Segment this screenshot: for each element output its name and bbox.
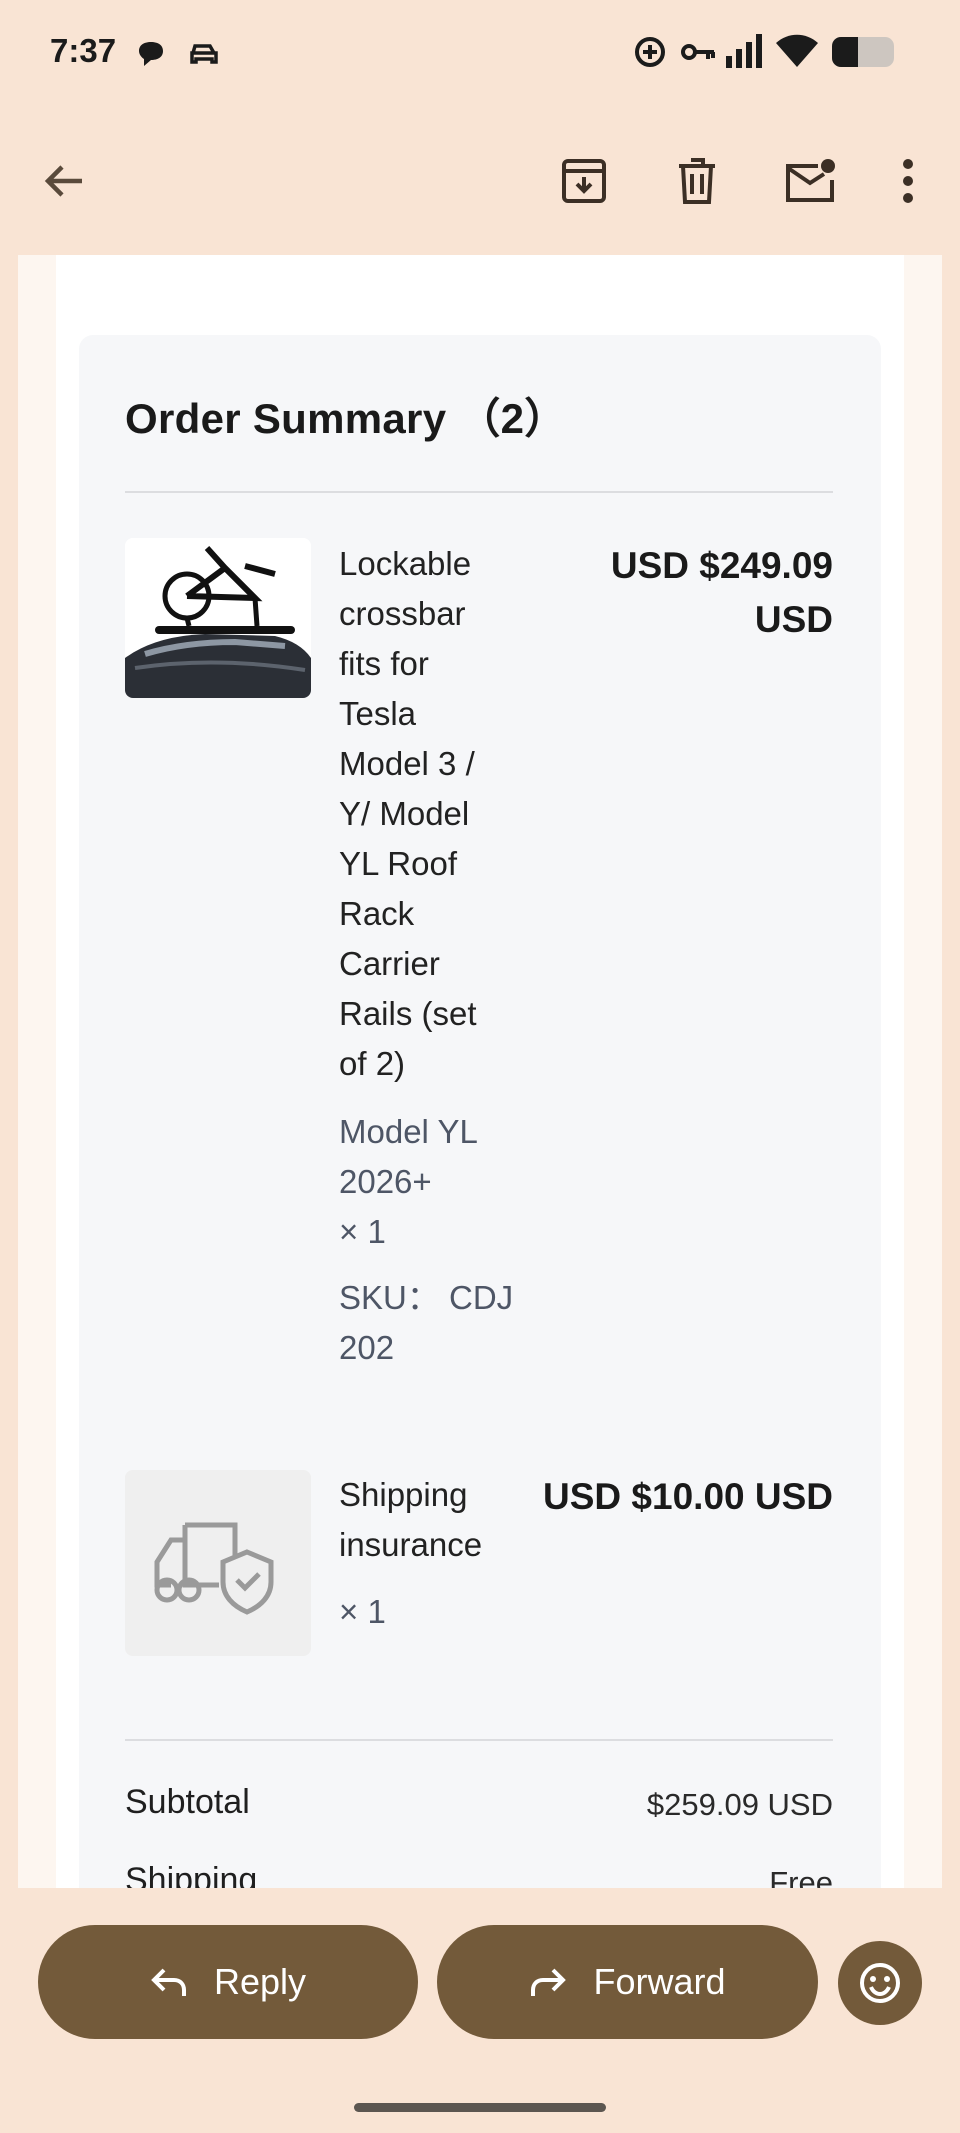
- archive-icon: [562, 159, 606, 203]
- reply-button[interactable]: Reply: [38, 1925, 418, 2039]
- forward-button[interactable]: Forward: [437, 1925, 818, 2039]
- mark-unread-button[interactable]: [774, 145, 846, 217]
- item-quantity: × 1: [339, 1593, 386, 1630]
- item-name: Lockable crossbar fits for Tesla Model 3…: [339, 545, 477, 1082]
- reply-icon: [151, 1968, 186, 1996]
- more-options-button[interactable]: [872, 145, 944, 217]
- delete-button[interactable]: [661, 145, 733, 217]
- back-button[interactable]: [28, 145, 100, 217]
- item-sku: SKU： CDJ 202: [339, 1279, 514, 1366]
- subtotal-label: Subtotal: [125, 1783, 250, 1821]
- item-price: USD $10.00 USD: [543, 1476, 833, 1517]
- more-vert-icon: [903, 159, 913, 203]
- order-summary-title: Order Summary （2）: [125, 395, 567, 442]
- chat-bubble-icon: [139, 42, 163, 66]
- home-indicator[interactable]: [354, 2103, 606, 2112]
- battery-icon: [832, 37, 894, 67]
- emoji-smile-icon: [860, 1963, 900, 2003]
- vpn-key-icon: [681, 44, 715, 60]
- item-variant: Model YL 2026+: [339, 1113, 477, 1200]
- forward-icon: [531, 1968, 567, 1996]
- order-summary-card: Order Summary （2） Lockable crossbar fits…: [79, 335, 881, 1888]
- item-name: Shipping insurance: [339, 1476, 483, 1563]
- email-toolbar: [0, 105, 960, 255]
- delete-icon: [679, 158, 715, 204]
- archive-button[interactable]: [548, 145, 620, 217]
- wifi-icon: [776, 34, 818, 67]
- data-saver-icon: [635, 37, 665, 67]
- item-price: USD $249.09 USD: [610, 545, 833, 640]
- product-image-bike-rack: [125, 538, 311, 698]
- item-quantity: × 1: [339, 1213, 386, 1250]
- emoji-reaction-button[interactable]: [838, 1941, 922, 2025]
- email-content-area[interactable]: Order Summary （2） Lockable crossbar fits…: [18, 255, 942, 1888]
- signal-icon: [726, 34, 762, 68]
- action-bar: Reply Forward: [0, 1888, 960, 2133]
- arrow-back-icon: [44, 165, 82, 197]
- reply-label: Reply: [213, 1961, 307, 2002]
- forward-label: Forward: [593, 1961, 726, 2002]
- status-time: 7:37: [50, 32, 117, 69]
- shipping-insurance-image: [125, 1470, 311, 1656]
- car-icon: [190, 44, 218, 64]
- divider: [125, 1739, 833, 1741]
- shipping-value: Free: [769, 1865, 833, 1888]
- subtotal-value: $259.09 USD: [646, 1787, 833, 1822]
- status-bar: 7:37: [0, 0, 960, 105]
- mark-unread-icon: [786, 159, 835, 202]
- email-body: Order Summary （2） Lockable crossbar fits…: [56, 255, 904, 1888]
- shipping-label: Shipping: [125, 1861, 258, 1888]
- divider: [125, 491, 833, 493]
